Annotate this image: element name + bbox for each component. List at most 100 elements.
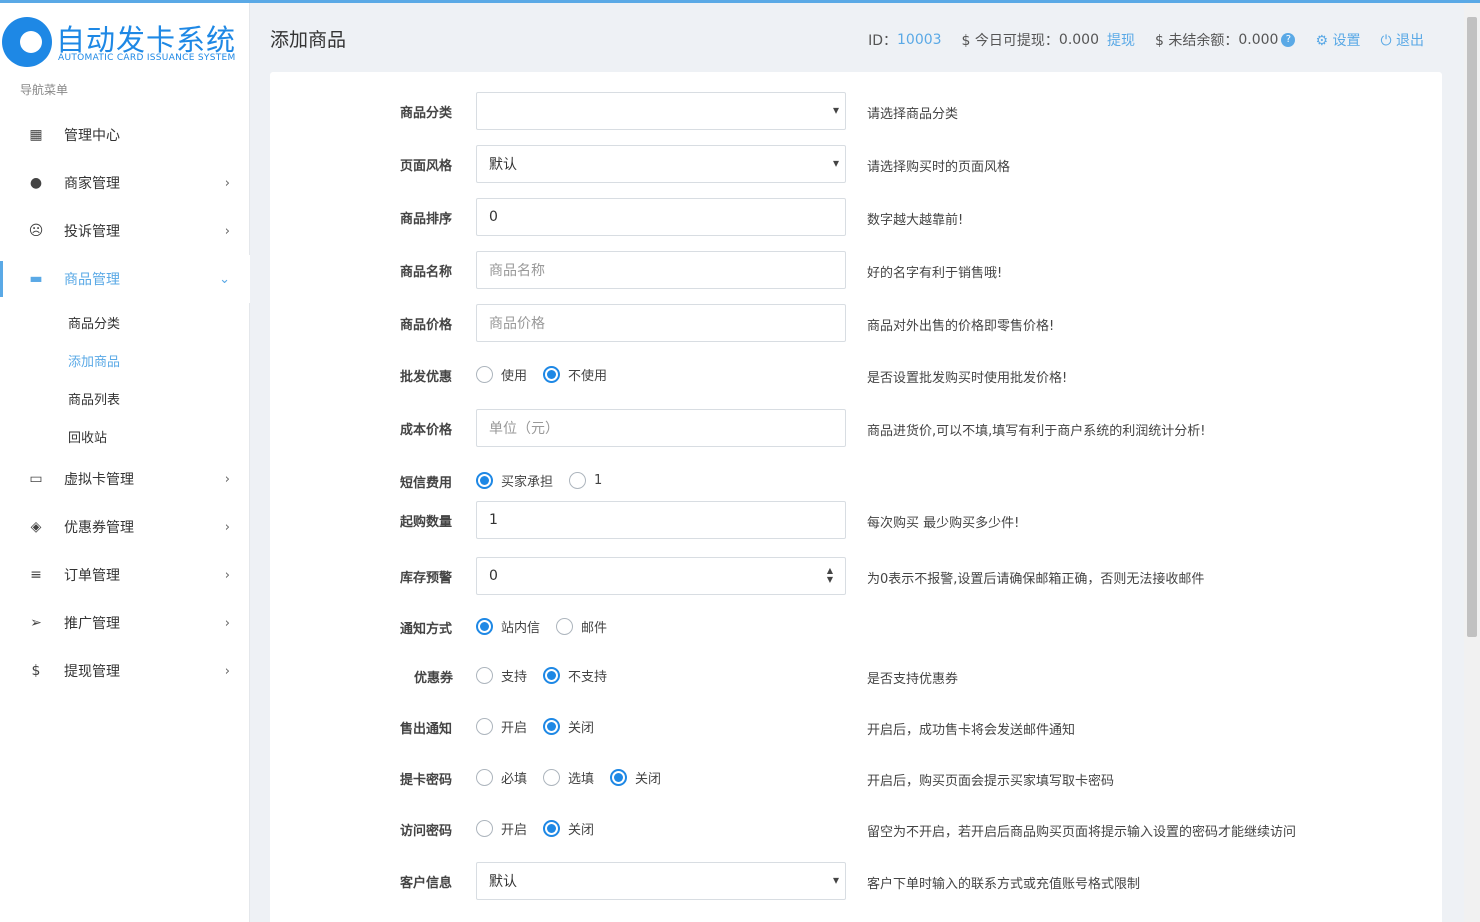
- radio-circle: [476, 618, 493, 635]
- radio-label: 不使用: [568, 369, 608, 384]
- field-help: 数字越大越靠前!: [867, 213, 964, 228]
- stock-alert-stepper[interactable]: 0 ▲ ▼: [476, 557, 846, 595]
- vertical-scrollbar[interactable]: [1464, 3, 1480, 922]
- list-icon: ≡: [30, 567, 42, 583]
- sold-notify-radio-off[interactable]: 关闭: [543, 717, 594, 736]
- sort-input[interactable]: 0: [476, 198, 846, 236]
- sidebar-item-label: 推广管理: [64, 616, 120, 632]
- field-label: 商品分类: [400, 106, 453, 121]
- form-row-min-qty: 起购数量 1 每次购买 最少购买多少件!: [270, 501, 1442, 541]
- stepper-arrows-icon[interactable]: ▲ ▼: [827, 566, 833, 584]
- sidebar-item-coupons[interactable]: ◈ 优惠券管理 ›: [0, 503, 250, 551]
- form-row-sort: 商品排序 0 数字越大越靠前!: [270, 198, 1442, 238]
- help-icon[interactable]: ?: [1281, 33, 1296, 47]
- settings-link[interactable]: ⚙ 设置: [1315, 30, 1360, 50]
- visit-password-radio-on[interactable]: 开启: [476, 819, 527, 838]
- form-row-category: 商品分类 请选择商品分类: [270, 92, 1442, 132]
- sidebar-item-merchants[interactable]: ● 商家管理 ›: [0, 159, 250, 207]
- field-label: 商品排序: [400, 212, 453, 227]
- form-row-sold-notify: 售出通知 开启 关闭 开启后，成功售卡将会发送邮件通知: [270, 708, 1442, 748]
- sidebar-item-label: 投诉管理: [64, 224, 120, 240]
- scrollbar-thumb[interactable]: [1467, 17, 1477, 637]
- sidebar-item-label: 虚拟卡管理: [64, 472, 134, 488]
- sidebar-subitem-add-product[interactable]: 添加商品: [0, 341, 250, 379]
- product-name-input[interactable]: 商品名称: [476, 251, 846, 289]
- min-quantity-input[interactable]: 1: [476, 501, 846, 539]
- field-help: 请选择商品分类: [867, 107, 959, 122]
- radio-label: 支持: [501, 670, 528, 685]
- header-account-info: ID： 10003 $ 今日可提现： 0.000 提现 $ 未结余额： 0.00…: [868, 30, 1424, 50]
- coupon-radio-not-support[interactable]: 不支持: [543, 666, 607, 685]
- chevron-right-icon: ›: [224, 519, 230, 535]
- chevron-right-icon: ›: [224, 663, 230, 679]
- form-row-customer-info: 客户信息 默认 客户下单时输入的联系方式或充值账号格式限制: [270, 862, 1442, 902]
- coupon-radio-support[interactable]: 支持: [476, 666, 527, 685]
- sidebar-subitem-categories[interactable]: 商品分类: [0, 303, 250, 341]
- visit-password-radio-off[interactable]: 关闭: [543, 819, 594, 838]
- dollar-icon: $: [31, 663, 41, 679]
- id-value: 10003: [897, 32, 942, 48]
- sidebar-item-products[interactable]: ▬ 商品管理 ⌄: [0, 255, 250, 303]
- sidebar-item-label: 订单管理: [64, 568, 120, 584]
- placeholder: 单位（元）: [489, 421, 559, 437]
- radio-circle: [569, 472, 587, 489]
- withdrawable-label: $ 今日可提现：: [961, 33, 1059, 49]
- sidebar-item-promotion[interactable]: ➢ 推广管理 ›: [0, 599, 250, 647]
- field-help: 商品对外出售的价格即零售价格!: [867, 319, 1055, 334]
- field-help: 商品进货价,可以不填,填写有利于商户系统的利润统计分析!: [867, 424, 1206, 439]
- sms-fee-radio-buyer[interactable]: 买家承担: [476, 471, 553, 490]
- coupon-radio-group: 支持 不支持: [476, 666, 623, 685]
- sold-notify-radio-on[interactable]: 开启: [476, 717, 527, 736]
- customer-info-select[interactable]: 默认: [476, 862, 846, 900]
- card-password-radio-off[interactable]: 关闭: [610, 768, 661, 787]
- card-password-radio-optional[interactable]: 选填: [543, 768, 594, 787]
- sidebar-item-orders[interactable]: ≡ 订单管理 ›: [0, 551, 250, 599]
- withdrawable-value: 0.000: [1058, 32, 1099, 48]
- wholesale-radio-use[interactable]: 使用: [476, 365, 527, 384]
- sidebar-item-label: 管理中心: [64, 128, 120, 144]
- wholesale-radio-no-use[interactable]: 不使用: [543, 365, 607, 384]
- add-product-form: 商品分类 请选择商品分类 页面风格 默认 请选择购买时的页面风格 商品排序 0 …: [270, 72, 1442, 922]
- sidebar: 自动发卡系统 AUTOMATIC CARD ISSUANCE SYSTEM 导航…: [0, 3, 250, 922]
- visit-password-radio-group: 开启 关闭: [476, 819, 610, 838]
- radio-circle: [476, 366, 493, 383]
- field-label: 商品价格: [400, 318, 453, 333]
- products-submenu: 商品分类 添加商品 商品列表 回收站: [0, 303, 250, 455]
- sidebar-item-withdrawals[interactable]: $ 提现管理 ›: [0, 647, 250, 695]
- cost-price-input[interactable]: 单位（元）: [476, 409, 846, 447]
- sidebar-subitem-product-list[interactable]: 商品列表: [0, 379, 250, 417]
- radio-circle: [476, 718, 493, 735]
- sms-fee-radio-seller[interactable]: 1: [569, 472, 602, 489]
- radio-label: 开启: [501, 823, 528, 838]
- field-help: 开启后，购买页面会提示买家填写取卡密码: [867, 774, 1115, 789]
- logo[interactable]: 自动发卡系统 AUTOMATIC CARD ISSUANCE SYSTEM: [0, 15, 250, 71]
- page-style-select[interactable]: 默认: [476, 145, 846, 183]
- stock-alert-value: 0: [489, 568, 498, 584]
- field-label: 页面风格: [400, 159, 453, 174]
- form-row-coupon: 优惠券 支持 不支持 是否支持优惠券: [270, 657, 1442, 697]
- frown-icon: ☹: [28, 223, 44, 239]
- card-icon: ▭: [29, 471, 43, 487]
- radio-circle: [543, 718, 561, 735]
- withdraw-link[interactable]: 提现: [1107, 30, 1135, 50]
- notify-radio-inbox[interactable]: 站内信: [476, 617, 540, 636]
- sidebar-subitem-recycle-bin[interactable]: 回收站: [0, 417, 250, 455]
- radio-label: 1: [594, 473, 603, 488]
- product-price-input[interactable]: 商品价格: [476, 304, 846, 342]
- sidebar-item-label: 商品管理: [64, 272, 120, 288]
- id-label: ID：: [868, 33, 897, 49]
- category-select[interactable]: [476, 92, 846, 130]
- sidebar-item-dashboard[interactable]: ▦ 管理中心: [0, 111, 250, 159]
- card-password-radio-required[interactable]: 必填: [476, 768, 527, 787]
- radio-label: 站内信: [501, 621, 541, 636]
- sidebar-item-virtual-cards[interactable]: ▭ 虚拟卡管理 ›: [0, 455, 250, 503]
- notify-radio-email[interactable]: 邮件: [556, 617, 607, 636]
- dashboard-icon: ▦: [29, 127, 43, 143]
- form-row-card-password: 提卡密码 必填 选填 关闭 开启后，购买页面会提示买家填写取卡密码: [270, 759, 1442, 799]
- sms-fee-radio-group: 买家承担 1: [476, 471, 618, 490]
- logout-link[interactable]: ⏻ 退出: [1380, 30, 1424, 50]
- shopping-bag-icon: ▬: [29, 271, 43, 287]
- unsettled-value: 0.000: [1238, 32, 1279, 48]
- sidebar-item-complaints[interactable]: ☹ 投诉管理 ›: [0, 207, 250, 255]
- logo-mark-icon: [2, 17, 52, 67]
